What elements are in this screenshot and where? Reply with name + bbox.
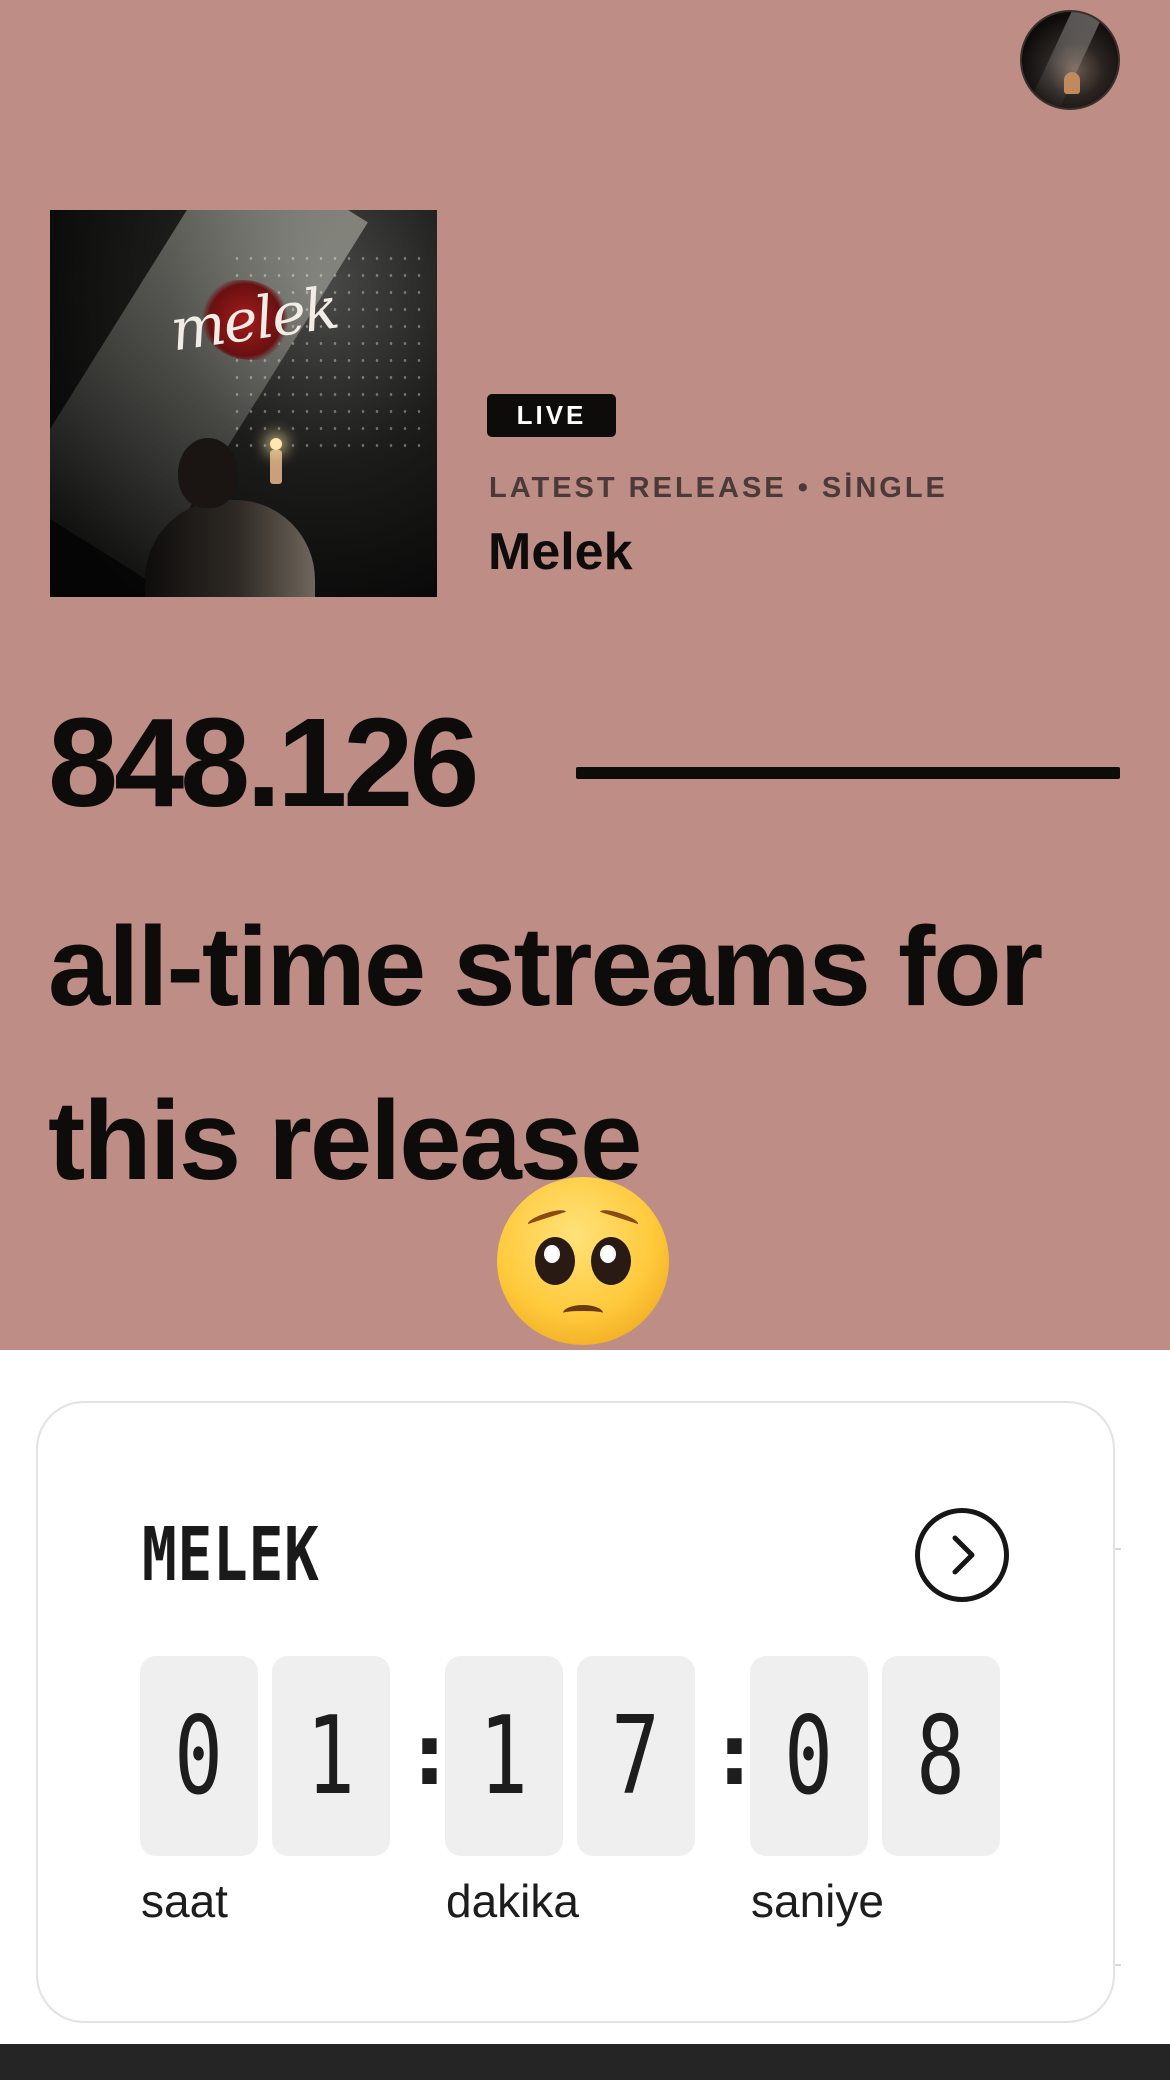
digit-value: 1 (479, 1693, 529, 1819)
pleading-face-emoji (497, 1177, 669, 1345)
avatar-figure (1064, 72, 1080, 94)
digit-value: 1 (306, 1693, 356, 1819)
chevron-right-icon (952, 1535, 975, 1575)
hours-digit-2: 1 (272, 1656, 390, 1856)
minutes-digit-1: 1 (445, 1656, 563, 1856)
countdown-open-button[interactable] (915, 1508, 1009, 1602)
stream-count: 848.126 (48, 692, 479, 833)
hours-digit-1: 0 (140, 1656, 258, 1856)
digit-value: 0 (784, 1693, 834, 1819)
emoji-brow-left (526, 1207, 568, 1229)
cover-candle (270, 450, 282, 484)
release-title[interactable]: Melek (488, 522, 633, 582)
card-edge-mark (1115, 1964, 1121, 1966)
stream-count-caption: all-time streams for this release (48, 904, 1043, 1203)
countdown-title: MELEK (142, 1512, 320, 1598)
emoji-eye-left (535, 1237, 575, 1285)
release-cover-art[interactable]: melek (50, 210, 437, 597)
release-meta: LATEST RELEASE • SİNGLE (489, 472, 948, 504)
stream-count-divider (576, 767, 1120, 779)
cover-figure-head (178, 438, 238, 508)
profile-avatar[interactable] (1020, 10, 1120, 110)
emoji-brow-right (598, 1207, 640, 1229)
minutes-digit-2: 7 (577, 1656, 695, 1856)
cover-candle-flame (270, 438, 282, 450)
digit-value: 7 (611, 1693, 661, 1819)
seconds-label: saniye (751, 1875, 884, 1927)
digit-value: 8 (916, 1693, 966, 1819)
card-edge-mark (1115, 1548, 1121, 1550)
digit-value: 0 (174, 1693, 224, 1819)
avatar-light-beam (1030, 12, 1104, 108)
emoji-mouth (563, 1305, 603, 1321)
seconds-digit-2: 8 (882, 1656, 1000, 1856)
seconds-digit-1: 0 (750, 1656, 868, 1856)
emoji-eye-right (591, 1237, 631, 1285)
live-badge: LIVE (487, 394, 616, 437)
hours-label: saat (141, 1875, 228, 1927)
minutes-label: dakika (446, 1875, 579, 1927)
release-hero: melek LIVE LATEST RELEASE • SİNGLE Melek… (0, 0, 1170, 1350)
bottom-bar (0, 2044, 1170, 2080)
